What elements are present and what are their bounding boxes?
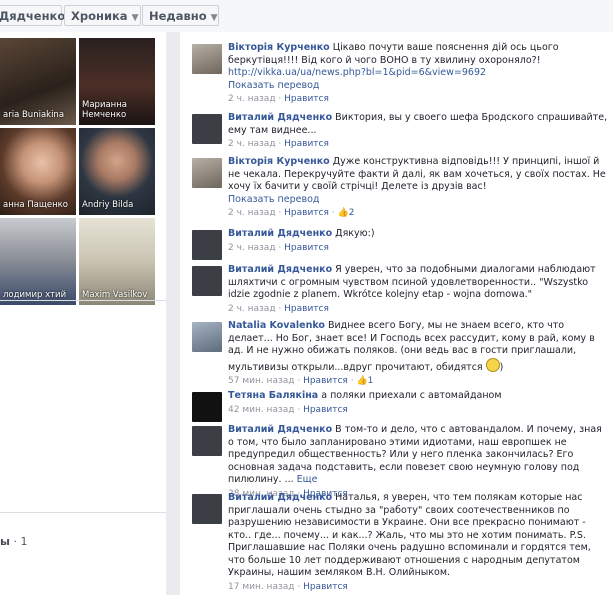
divider bbox=[0, 300, 166, 301]
friend-name[interactable]: анна Пащенко bbox=[3, 200, 74, 210]
timeline-dropdown[interactable]: Хроника ▼ bbox=[64, 5, 141, 26]
thumbs-up-icon: 👍 bbox=[337, 208, 349, 218]
friend-tile[interactable]: Марианна Немченко bbox=[79, 38, 155, 125]
comment-meta: 17 мин. назад · Нравится bbox=[228, 581, 348, 592]
comment-meta: 2 ч. назад · Нравится · 👍2 bbox=[228, 208, 355, 218]
friend-name[interactable]: лодимир хтий bbox=[3, 290, 74, 300]
timestamp[interactable]: 42 мин. назад bbox=[228, 405, 294, 415]
column-gap bbox=[166, 32, 180, 595]
section-label: ы bbox=[0, 535, 10, 548]
profile-nav-bar: Дядченко Хроника ▼ Недавно ▼ bbox=[0, 0, 613, 32]
comment-author[interactable]: Виталий Дядченко bbox=[228, 264, 332, 275]
comment-author[interactable]: Тетяна Балякіна bbox=[228, 390, 318, 401]
like-link[interactable]: Нравится bbox=[284, 208, 329, 218]
timestamp[interactable]: 2 ч. назад bbox=[228, 208, 276, 218]
avatar[interactable] bbox=[192, 494, 222, 524]
translate-link[interactable]: Показать перевод bbox=[228, 80, 319, 91]
like-link[interactable]: Нравится bbox=[303, 582, 348, 592]
timestamp[interactable]: 2 ч. назад bbox=[228, 94, 276, 104]
avatar[interactable] bbox=[192, 230, 222, 260]
avatar[interactable] bbox=[192, 322, 222, 352]
section-header[interactable]: ы · 1 bbox=[0, 535, 27, 548]
timestamp[interactable]: 2 ч. назад bbox=[228, 243, 276, 253]
friend-tile[interactable]: анна Пащенко bbox=[0, 128, 76, 215]
divider bbox=[0, 512, 166, 513]
recent-dropdown[interactable]: Недавно ▼ bbox=[142, 5, 219, 26]
comment-author[interactable]: Виталий Дядченко bbox=[228, 492, 332, 503]
comment-link[interactable]: http://vikka.ua/ua/news.php?bl=1&pid=6&v… bbox=[228, 67, 486, 78]
comment-author[interactable]: Вікторія Курченко bbox=[228, 156, 330, 167]
friend-tile[interactable]: Andriy Bilda bbox=[79, 128, 155, 215]
avatar[interactable] bbox=[192, 114, 222, 144]
likes-count[interactable]: 2 bbox=[349, 208, 355, 218]
comment-author[interactable]: Виталий Дядченко bbox=[228, 112, 332, 123]
comment-meta: 2 ч. назад · Нравится bbox=[228, 94, 329, 104]
avatar[interactable] bbox=[192, 266, 222, 296]
comments-list: Вікторія Курченко Цікаво почути ваше поя… bbox=[180, 32, 613, 595]
timestamp[interactable]: 2 ч. назад bbox=[228, 139, 276, 149]
comment-author[interactable]: Виталий Дядченко bbox=[228, 424, 332, 435]
profile-name-button[interactable]: Дядченко bbox=[0, 5, 65, 26]
comment-author[interactable]: Вікторія Курченко bbox=[228, 42, 330, 53]
smile-emoji-icon bbox=[485, 357, 500, 372]
translate-link[interactable]: Показать перевод bbox=[228, 194, 319, 205]
comment-text: а поляки приехали с автомайданом bbox=[318, 390, 502, 401]
like-link[interactable]: Нравится bbox=[284, 243, 329, 253]
like-link[interactable]: Нравится bbox=[284, 139, 329, 149]
avatar[interactable] bbox=[192, 158, 222, 188]
thumbs-up-icon: 👍 bbox=[356, 376, 368, 386]
comment-meta: 42 мин. назад · Нравится bbox=[228, 404, 348, 415]
chevron-down-icon: ▼ bbox=[131, 13, 139, 23]
friends-panel: aria Buniakina Марианна Немченко анна Па… bbox=[0, 32, 167, 595]
friend-name[interactable]: aria Buniakina bbox=[3, 110, 74, 120]
avatar[interactable] bbox=[192, 426, 222, 456]
like-link[interactable]: Нравится bbox=[284, 304, 329, 314]
friend-name[interactable]: Andriy Bilda bbox=[82, 200, 153, 210]
friend-name[interactable]: Марианна Немченко bbox=[82, 100, 153, 120]
comment-author[interactable]: Natalia Kovalenko bbox=[228, 320, 325, 331]
friend-tile[interactable]: aria Buniakina bbox=[0, 38, 76, 125]
timestamp[interactable]: 17 мин. назад bbox=[228, 582, 294, 592]
like-link[interactable]: Нравится bbox=[303, 376, 348, 386]
friend-name[interactable]: Maxim Vasilkov bbox=[82, 290, 153, 300]
friend-tile[interactable]: Maxim Vasilkov bbox=[79, 218, 155, 305]
timestamp[interactable]: 57 мин. назад bbox=[228, 376, 294, 386]
section-count: · 1 bbox=[13, 535, 28, 548]
likes-count[interactable]: 1 bbox=[368, 376, 374, 386]
comment-text: Наталья, я уверен, что тем полякам котор… bbox=[228, 492, 591, 578]
like-link[interactable]: Нравится bbox=[284, 94, 329, 104]
see-more-link[interactable]: Еще bbox=[297, 474, 318, 485]
avatar[interactable] bbox=[192, 44, 222, 74]
comment-author[interactable]: Виталий Дядченко bbox=[228, 228, 332, 239]
comment-meta: 2 ч. назад · Нравится bbox=[228, 303, 329, 314]
avatar[interactable] bbox=[192, 392, 222, 422]
comment-meta: 57 мин. назад · Нравится · 👍1 bbox=[228, 376, 374, 386]
comment-text: Дякую:) bbox=[332, 228, 375, 239]
chevron-down-icon: ▼ bbox=[210, 13, 218, 23]
like-link[interactable]: Нравится bbox=[303, 405, 348, 415]
comment-meta: 2 ч. назад · Нравится bbox=[228, 139, 329, 149]
comment-meta: 2 ч. назад · Нравится bbox=[228, 242, 329, 253]
timestamp[interactable]: 2 ч. назад bbox=[228, 304, 276, 314]
friend-tile[interactable]: лодимир хтий bbox=[0, 218, 76, 305]
